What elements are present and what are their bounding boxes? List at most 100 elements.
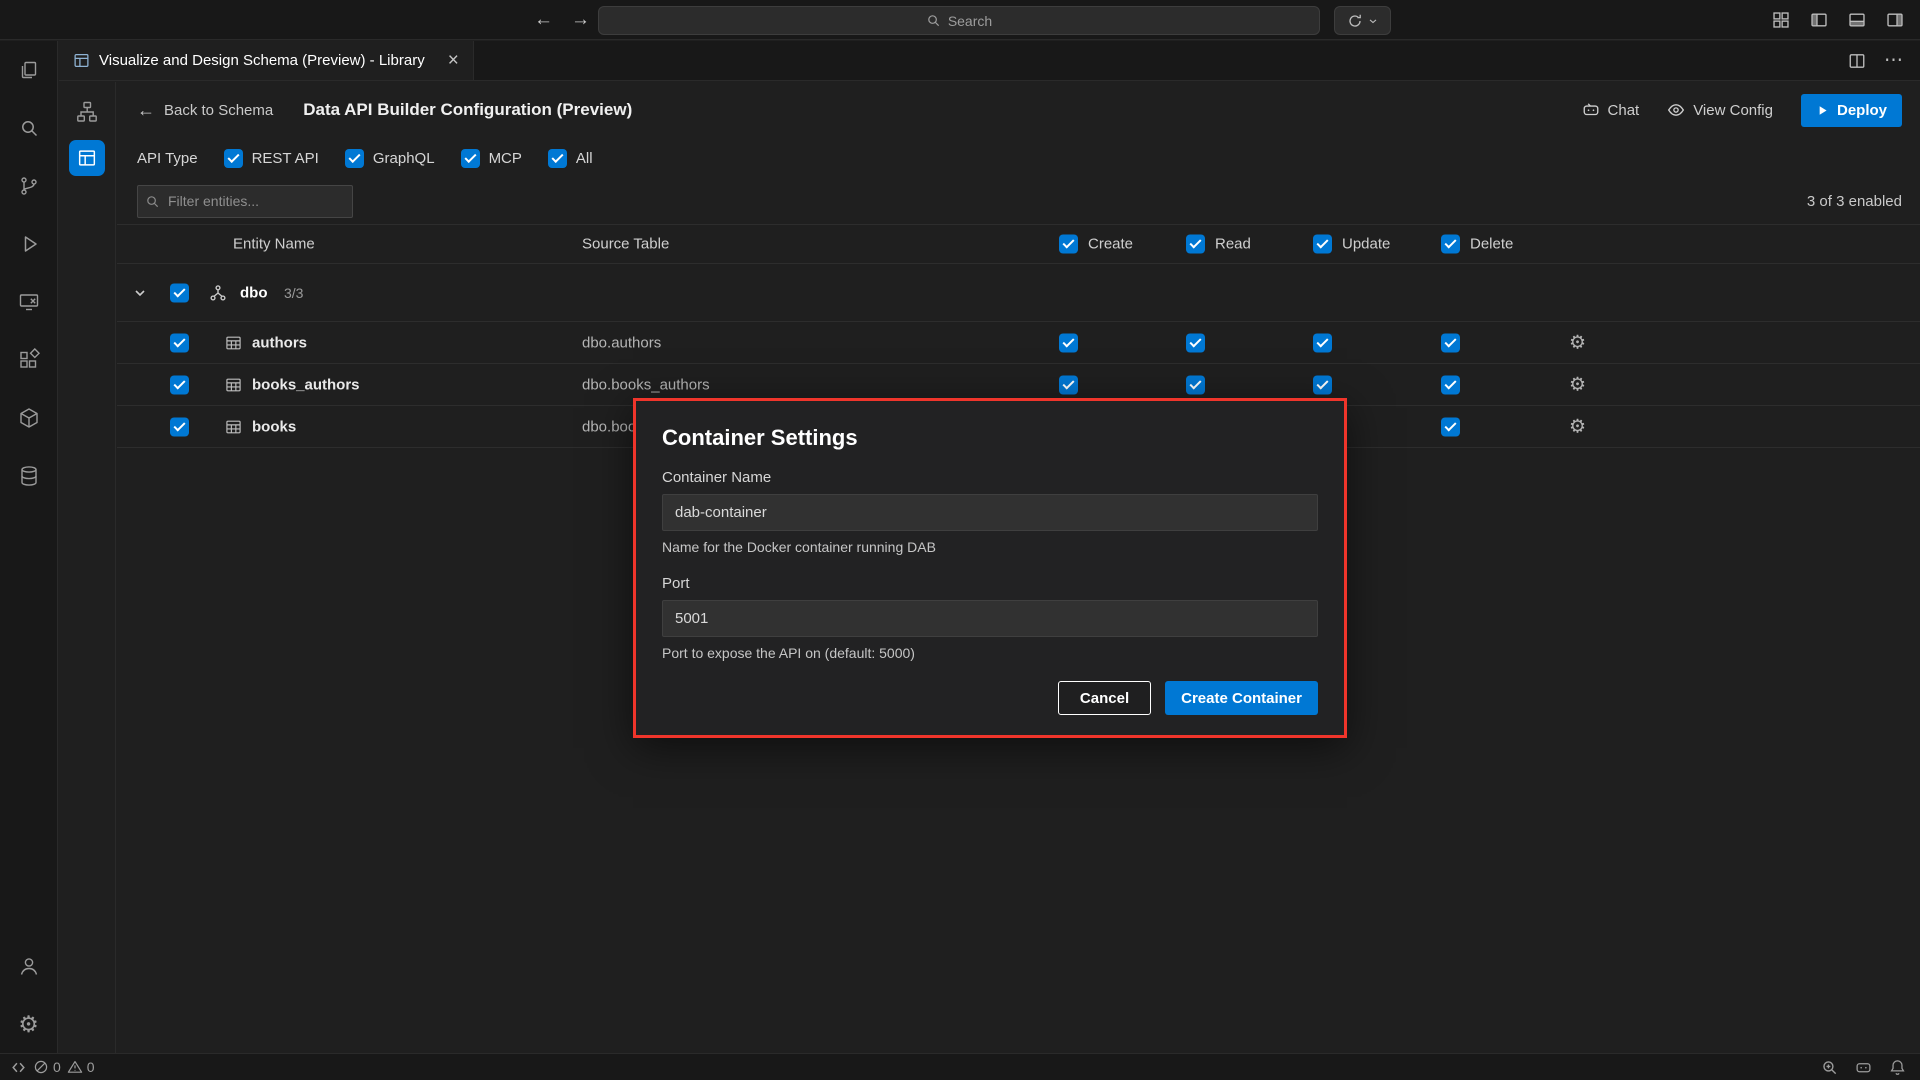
command-center-search[interactable]: Search bbox=[598, 6, 1320, 35]
row-checkbox[interactable] bbox=[170, 375, 189, 394]
enabled-summary: 3 of 3 enabled bbox=[1807, 193, 1902, 210]
row-settings-gear-icon[interactable]: ⚙ bbox=[1569, 373, 1586, 396]
entity-source: dbo.authors bbox=[582, 334, 661, 351]
search-sidebar-icon[interactable] bbox=[0, 99, 58, 157]
create-container-button[interactable]: Create Container bbox=[1165, 681, 1318, 715]
nav-back-icon[interactable]: ← bbox=[534, 9, 553, 31]
graphql-checkbox[interactable] bbox=[345, 149, 364, 168]
row-settings-gear-icon[interactable]: ⚙ bbox=[1569, 415, 1586, 438]
rest-api-checkbox[interactable] bbox=[224, 149, 243, 168]
back-arrow-icon: ← bbox=[137, 100, 155, 121]
table-icon bbox=[225, 334, 242, 351]
entity-name-column-header: Entity Name bbox=[233, 236, 315, 253]
source-control-icon[interactable] bbox=[0, 157, 58, 215]
editor-tab-bar: Visualize and Design Schema (Preview) - … bbox=[59, 41, 1920, 81]
rest-api-label: REST API bbox=[252, 150, 319, 167]
entity-name: books_authors bbox=[252, 376, 360, 393]
container-name-input[interactable] bbox=[662, 494, 1318, 531]
all-label: All bbox=[576, 150, 593, 167]
play-icon bbox=[1816, 104, 1829, 117]
delete-all-checkbox[interactable] bbox=[1441, 235, 1460, 254]
settings-gear-icon[interactable]: ⚙ bbox=[0, 995, 58, 1053]
tab-schema-designer[interactable]: Visualize and Design Schema (Preview) - … bbox=[59, 41, 474, 80]
dab-config-icon[interactable] bbox=[69, 140, 105, 176]
update-column-header: Update bbox=[1342, 236, 1390, 253]
read-all-checkbox[interactable] bbox=[1186, 235, 1205, 254]
row-checkbox[interactable] bbox=[170, 333, 189, 352]
split-editor-icon[interactable] bbox=[1848, 52, 1866, 70]
cancel-button[interactable]: Cancel bbox=[1058, 681, 1151, 715]
remote-explorer-icon[interactable] bbox=[0, 273, 58, 331]
copilot-icon[interactable] bbox=[1855, 1059, 1872, 1076]
all-checkbox[interactable] bbox=[548, 149, 567, 168]
warning-icon bbox=[67, 1059, 83, 1075]
run-debug-icon[interactable] bbox=[0, 215, 58, 273]
tab-close-icon[interactable]: × bbox=[448, 51, 459, 70]
back-to-schema-label: Back to Schema bbox=[164, 102, 273, 119]
delete-checkbox[interactable] bbox=[1441, 417, 1460, 436]
api-option-all: All bbox=[548, 149, 593, 168]
sync-icon bbox=[1347, 13, 1363, 29]
dialog-title: Container Settings bbox=[662, 425, 1318, 451]
layout-grid-icon[interactable] bbox=[1772, 11, 1790, 29]
chevron-down-icon[interactable] bbox=[132, 285, 148, 301]
group-checkbox[interactable] bbox=[170, 283, 189, 302]
back-to-schema-link[interactable]: ← Back to Schema bbox=[137, 100, 273, 121]
warnings-indicator[interactable]: 0 bbox=[67, 1059, 95, 1075]
page-title: Data API Builder Configuration (Preview) bbox=[303, 100, 632, 120]
account-icon[interactable] bbox=[0, 937, 58, 995]
designer-view-strip bbox=[59, 82, 116, 1053]
deploy-label: Deploy bbox=[1837, 102, 1887, 119]
panel-left-icon[interactable] bbox=[1810, 11, 1828, 29]
database-icon[interactable] bbox=[0, 447, 58, 505]
filter-entities-input[interactable] bbox=[137, 185, 353, 218]
source-table-column-header: Source Table bbox=[582, 236, 669, 253]
deploy-button[interactable]: Deploy bbox=[1801, 94, 1902, 127]
mcp-checkbox[interactable] bbox=[461, 149, 480, 168]
group-name: dbo bbox=[240, 284, 268, 301]
bell-icon[interactable] bbox=[1889, 1059, 1906, 1076]
extensions-icon[interactable] bbox=[0, 331, 58, 389]
view-config-label: View Config bbox=[1693, 102, 1773, 119]
chat-icon bbox=[1582, 101, 1600, 119]
mcp-label: MCP bbox=[489, 150, 522, 167]
table-icon bbox=[225, 418, 242, 435]
update-all-checkbox[interactable] bbox=[1313, 235, 1332, 254]
activity-bar: ⚙ bbox=[0, 41, 58, 1053]
graphql-label: GraphQL bbox=[373, 150, 435, 167]
panel-right-icon[interactable] bbox=[1886, 11, 1904, 29]
api-option-mcp: MCP bbox=[461, 149, 522, 168]
zoom-icon[interactable] bbox=[1821, 1059, 1838, 1076]
more-actions-icon[interactable]: ⋯ bbox=[1884, 49, 1904, 72]
delete-checkbox[interactable] bbox=[1441, 333, 1460, 352]
port-input[interactable] bbox=[662, 600, 1318, 637]
container-name-help: Name for the Docker container running DA… bbox=[662, 539, 1318, 555]
chat-button[interactable]: Chat bbox=[1582, 101, 1640, 119]
create-column-header: Create bbox=[1088, 236, 1133, 253]
read-checkbox[interactable] bbox=[1186, 333, 1205, 352]
entity-name: books bbox=[252, 418, 296, 435]
chevron-down-icon bbox=[1367, 15, 1379, 27]
panel-bottom-icon[interactable] bbox=[1848, 11, 1866, 29]
update-checkbox[interactable] bbox=[1313, 375, 1332, 394]
api-option-rest: REST API bbox=[224, 149, 319, 168]
view-config-button[interactable]: View Config bbox=[1667, 101, 1773, 119]
containers-icon[interactable] bbox=[0, 389, 58, 447]
explorer-icon[interactable] bbox=[0, 41, 58, 99]
schema-diagram-icon[interactable] bbox=[67, 92, 107, 132]
update-checkbox[interactable] bbox=[1313, 333, 1332, 352]
row-settings-gear-icon[interactable]: ⚙ bbox=[1569, 331, 1586, 354]
create-checkbox[interactable] bbox=[1059, 375, 1078, 394]
remote-indicator-icon[interactable] bbox=[10, 1059, 27, 1076]
read-checkbox[interactable] bbox=[1186, 375, 1205, 394]
nav-forward-icon[interactable]: → bbox=[571, 9, 590, 31]
filter-search-icon bbox=[145, 194, 160, 209]
create-checkbox[interactable] bbox=[1059, 333, 1078, 352]
delete-column-header: Delete bbox=[1470, 236, 1513, 253]
errors-indicator[interactable]: 0 bbox=[33, 1059, 61, 1075]
chat-label: Chat bbox=[1608, 102, 1640, 119]
create-all-checkbox[interactable] bbox=[1059, 235, 1078, 254]
chat-sessions-button[interactable] bbox=[1334, 6, 1391, 35]
delete-checkbox[interactable] bbox=[1441, 375, 1460, 394]
row-checkbox[interactable] bbox=[170, 417, 189, 436]
